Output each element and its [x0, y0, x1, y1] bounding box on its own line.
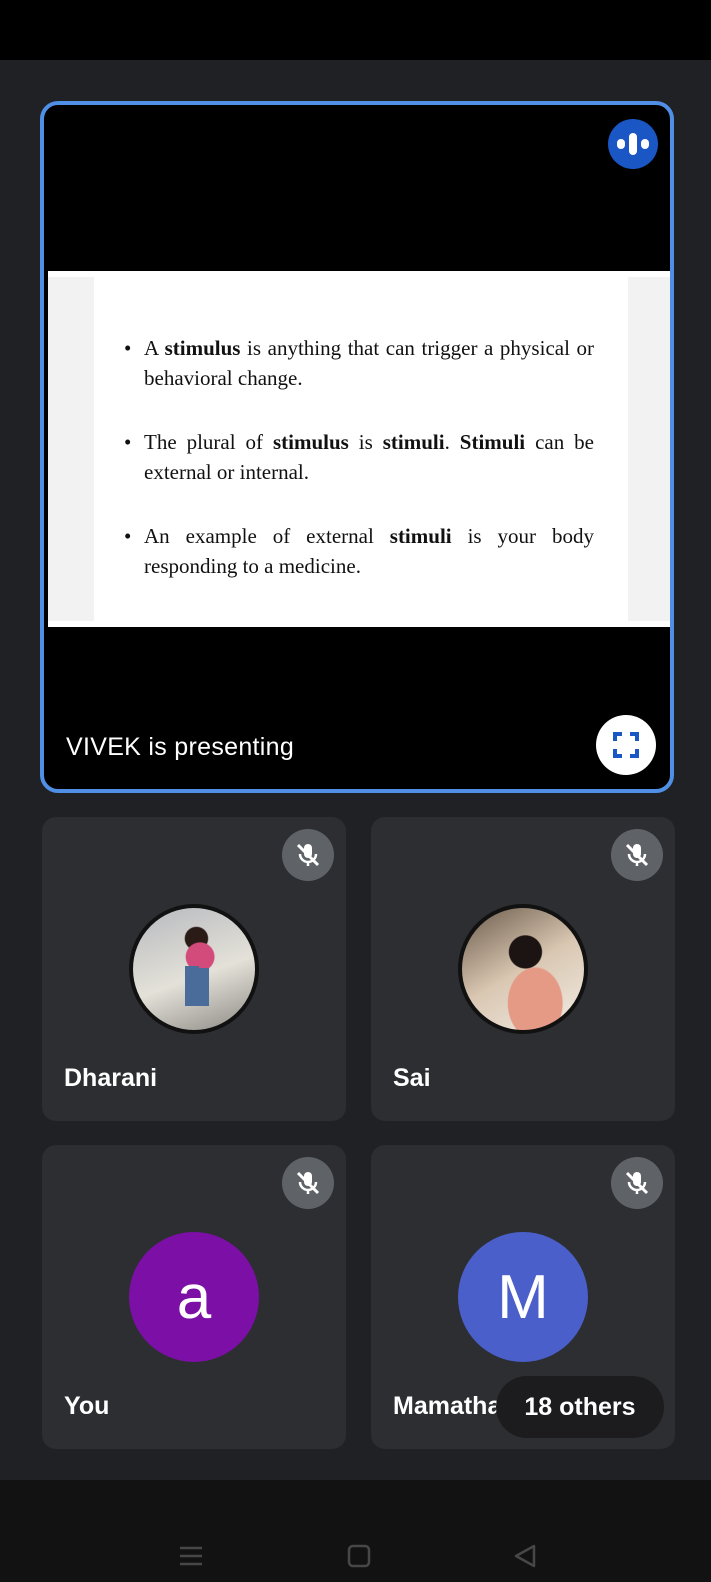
slide-bullet-list: A stimulus is anything that can trigger … [124, 333, 594, 615]
bold-term: stimulus [272, 430, 349, 454]
bold-term: stimuli [382, 430, 445, 454]
audio-level-icon [608, 119, 658, 169]
slide-edge-right [628, 277, 670, 621]
participant-name: Dharani [64, 1064, 158, 1092]
mic-off-icon [282, 1157, 334, 1209]
slide-bullet: The plural of stimulus is stimuli. Stimu… [124, 427, 594, 487]
slide-edge-left [48, 277, 94, 621]
bold-term: stimulus [164, 336, 241, 360]
status-bar [0, 0, 711, 60]
slide-bullet: A stimulus is anything that can trigger … [124, 333, 594, 393]
participant-name: You [64, 1392, 110, 1420]
recents-icon[interactable] [178, 1545, 204, 1567]
participant-name: Mamatha [393, 1392, 502, 1420]
bold-term: stimuli [389, 524, 452, 548]
bullet-text: The plural of [144, 430, 273, 454]
back-icon[interactable] [512, 1543, 538, 1569]
fullscreen-icon [613, 732, 639, 758]
participant-tile-dharani[interactable]: Dharani [42, 817, 346, 1121]
shared-slide: A stimulus is anything that can trigger … [48, 271, 670, 627]
avatar [129, 904, 259, 1034]
presentation-tile[interactable]: A stimulus is anything that can trigger … [40, 101, 674, 793]
home-icon[interactable] [346, 1543, 372, 1569]
fullscreen-button[interactable] [596, 715, 656, 775]
bullet-text: . [444, 430, 460, 454]
avatar-letter: a [129, 1232, 259, 1362]
participant-name: Sai [393, 1064, 431, 1092]
avatar [458, 904, 588, 1034]
avatar-letter: M [458, 1232, 588, 1362]
slide-bullet: An example of external stimuli is your b… [124, 521, 594, 581]
bold-term: Stimuli [459, 430, 526, 454]
participant-tile-sai[interactable]: Sai [371, 817, 675, 1121]
bullet-text: A [144, 336, 165, 360]
participant-tile-you[interactable]: a You [42, 1145, 346, 1449]
bullet-text: is [348, 430, 383, 454]
presenting-label: VIVEK is presenting [66, 733, 295, 761]
mic-off-icon [611, 829, 663, 881]
mic-off-icon [611, 1157, 663, 1209]
others-button[interactable]: 18 others [496, 1376, 664, 1438]
mic-off-icon [282, 829, 334, 881]
bullet-text: An example of external [144, 524, 390, 548]
